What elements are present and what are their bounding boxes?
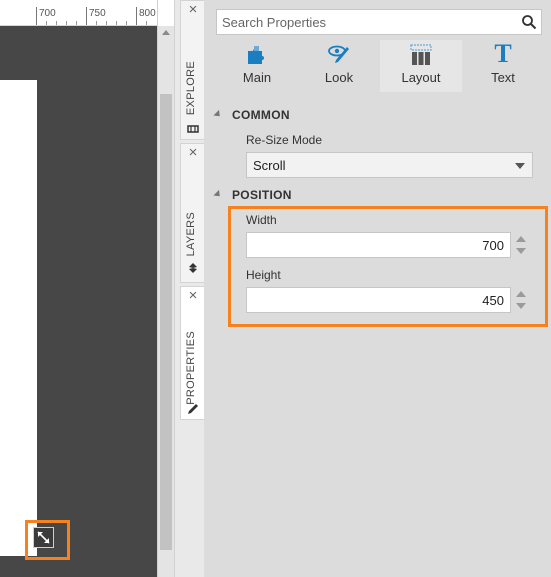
ruler-minor-tick [96,21,97,25]
database-icon [187,125,199,133]
tab-properties-label: PROPERTIES [185,331,197,405]
vertical-scrollbar[interactable] [157,26,174,577]
puzzle-icon [248,46,264,64]
ruler-minor-tick [146,21,147,25]
tab-explore[interactable]: × EXPLORE [180,0,205,140]
side-tab-strip: × EXPLORE × LAYERS × PROPERTIES [174,0,205,577]
position-highlight [228,206,548,327]
close-icon[interactable]: × [186,2,200,17]
tab-text-label: Text [491,70,515,85]
ruler-minor-tick [46,21,47,25]
search-icon[interactable] [521,14,537,30]
close-icon[interactable]: × [186,145,200,160]
tab-layers-label: LAYERS [185,212,197,257]
ruler-label-750: 750 [89,8,106,19]
layers-icon [189,263,197,273]
tab-main[interactable]: Main [216,40,298,92]
ruler-minor-tick [76,21,77,25]
resize-mode-label: Re-Size Mode [246,133,323,147]
ruler-label-800: 800 [139,8,156,19]
design-canvas[interactable] [0,26,157,577]
resize-handle-highlight [25,520,70,560]
resize-mode-value: Scroll [253,158,286,173]
text-t-icon: T [494,39,512,68]
tab-layers[interactable]: × LAYERS [180,143,205,283]
layout-columns-icon [410,44,432,65]
ruler-corner [157,0,174,26]
properties-panel: Main Look Layout T Text COMMON [204,0,551,577]
ruler-minor-tick [126,21,127,25]
tab-look[interactable]: Look [298,40,380,92]
ruler-minor-tick [66,21,67,25]
close-icon[interactable]: × [186,288,200,303]
eye-brush-icon [328,45,349,63]
pen-icon [188,404,198,414]
collapse-caret-icon[interactable] [213,109,223,120]
ruler-minor-tick [56,21,57,25]
chevron-down-icon[interactable] [515,163,525,169]
ruler-minor-tick [106,21,107,25]
section-position-title: POSITION [232,188,292,202]
section-common[interactable]: COMMON [213,108,290,124]
resize-mode-select[interactable]: Scroll [246,152,533,178]
ruler-label-700: 700 [39,8,56,19]
ruler-tick [36,7,37,25]
scrollbar-thumb[interactable] [160,94,172,550]
horizontal-ruler: 700 750 800 [0,0,157,26]
dashboard-page[interactable] [0,80,37,556]
collapse-caret-icon[interactable] [213,189,223,200]
ruler-tick [86,7,87,25]
tab-layout[interactable]: Layout [380,40,462,92]
tab-text[interactable]: T Text [462,40,544,92]
tab-explore-label: EXPLORE [185,61,197,116]
section-position[interactable]: POSITION [213,188,292,204]
ruler-tick [136,7,137,25]
tab-properties[interactable]: × PROPERTIES [180,286,205,420]
ruler-minor-tick [116,21,117,25]
tab-main-label: Main [242,70,272,85]
tab-layout-label: Layout [401,70,441,85]
search-input[interactable] [217,10,517,34]
section-common-title: COMMON [232,108,290,122]
property-category-tabs: Main Look Layout T Text [216,40,544,92]
tab-look-label: Look [324,70,354,85]
scroll-up-arrow-icon[interactable] [162,30,170,35]
search-box[interactable] [216,9,542,35]
